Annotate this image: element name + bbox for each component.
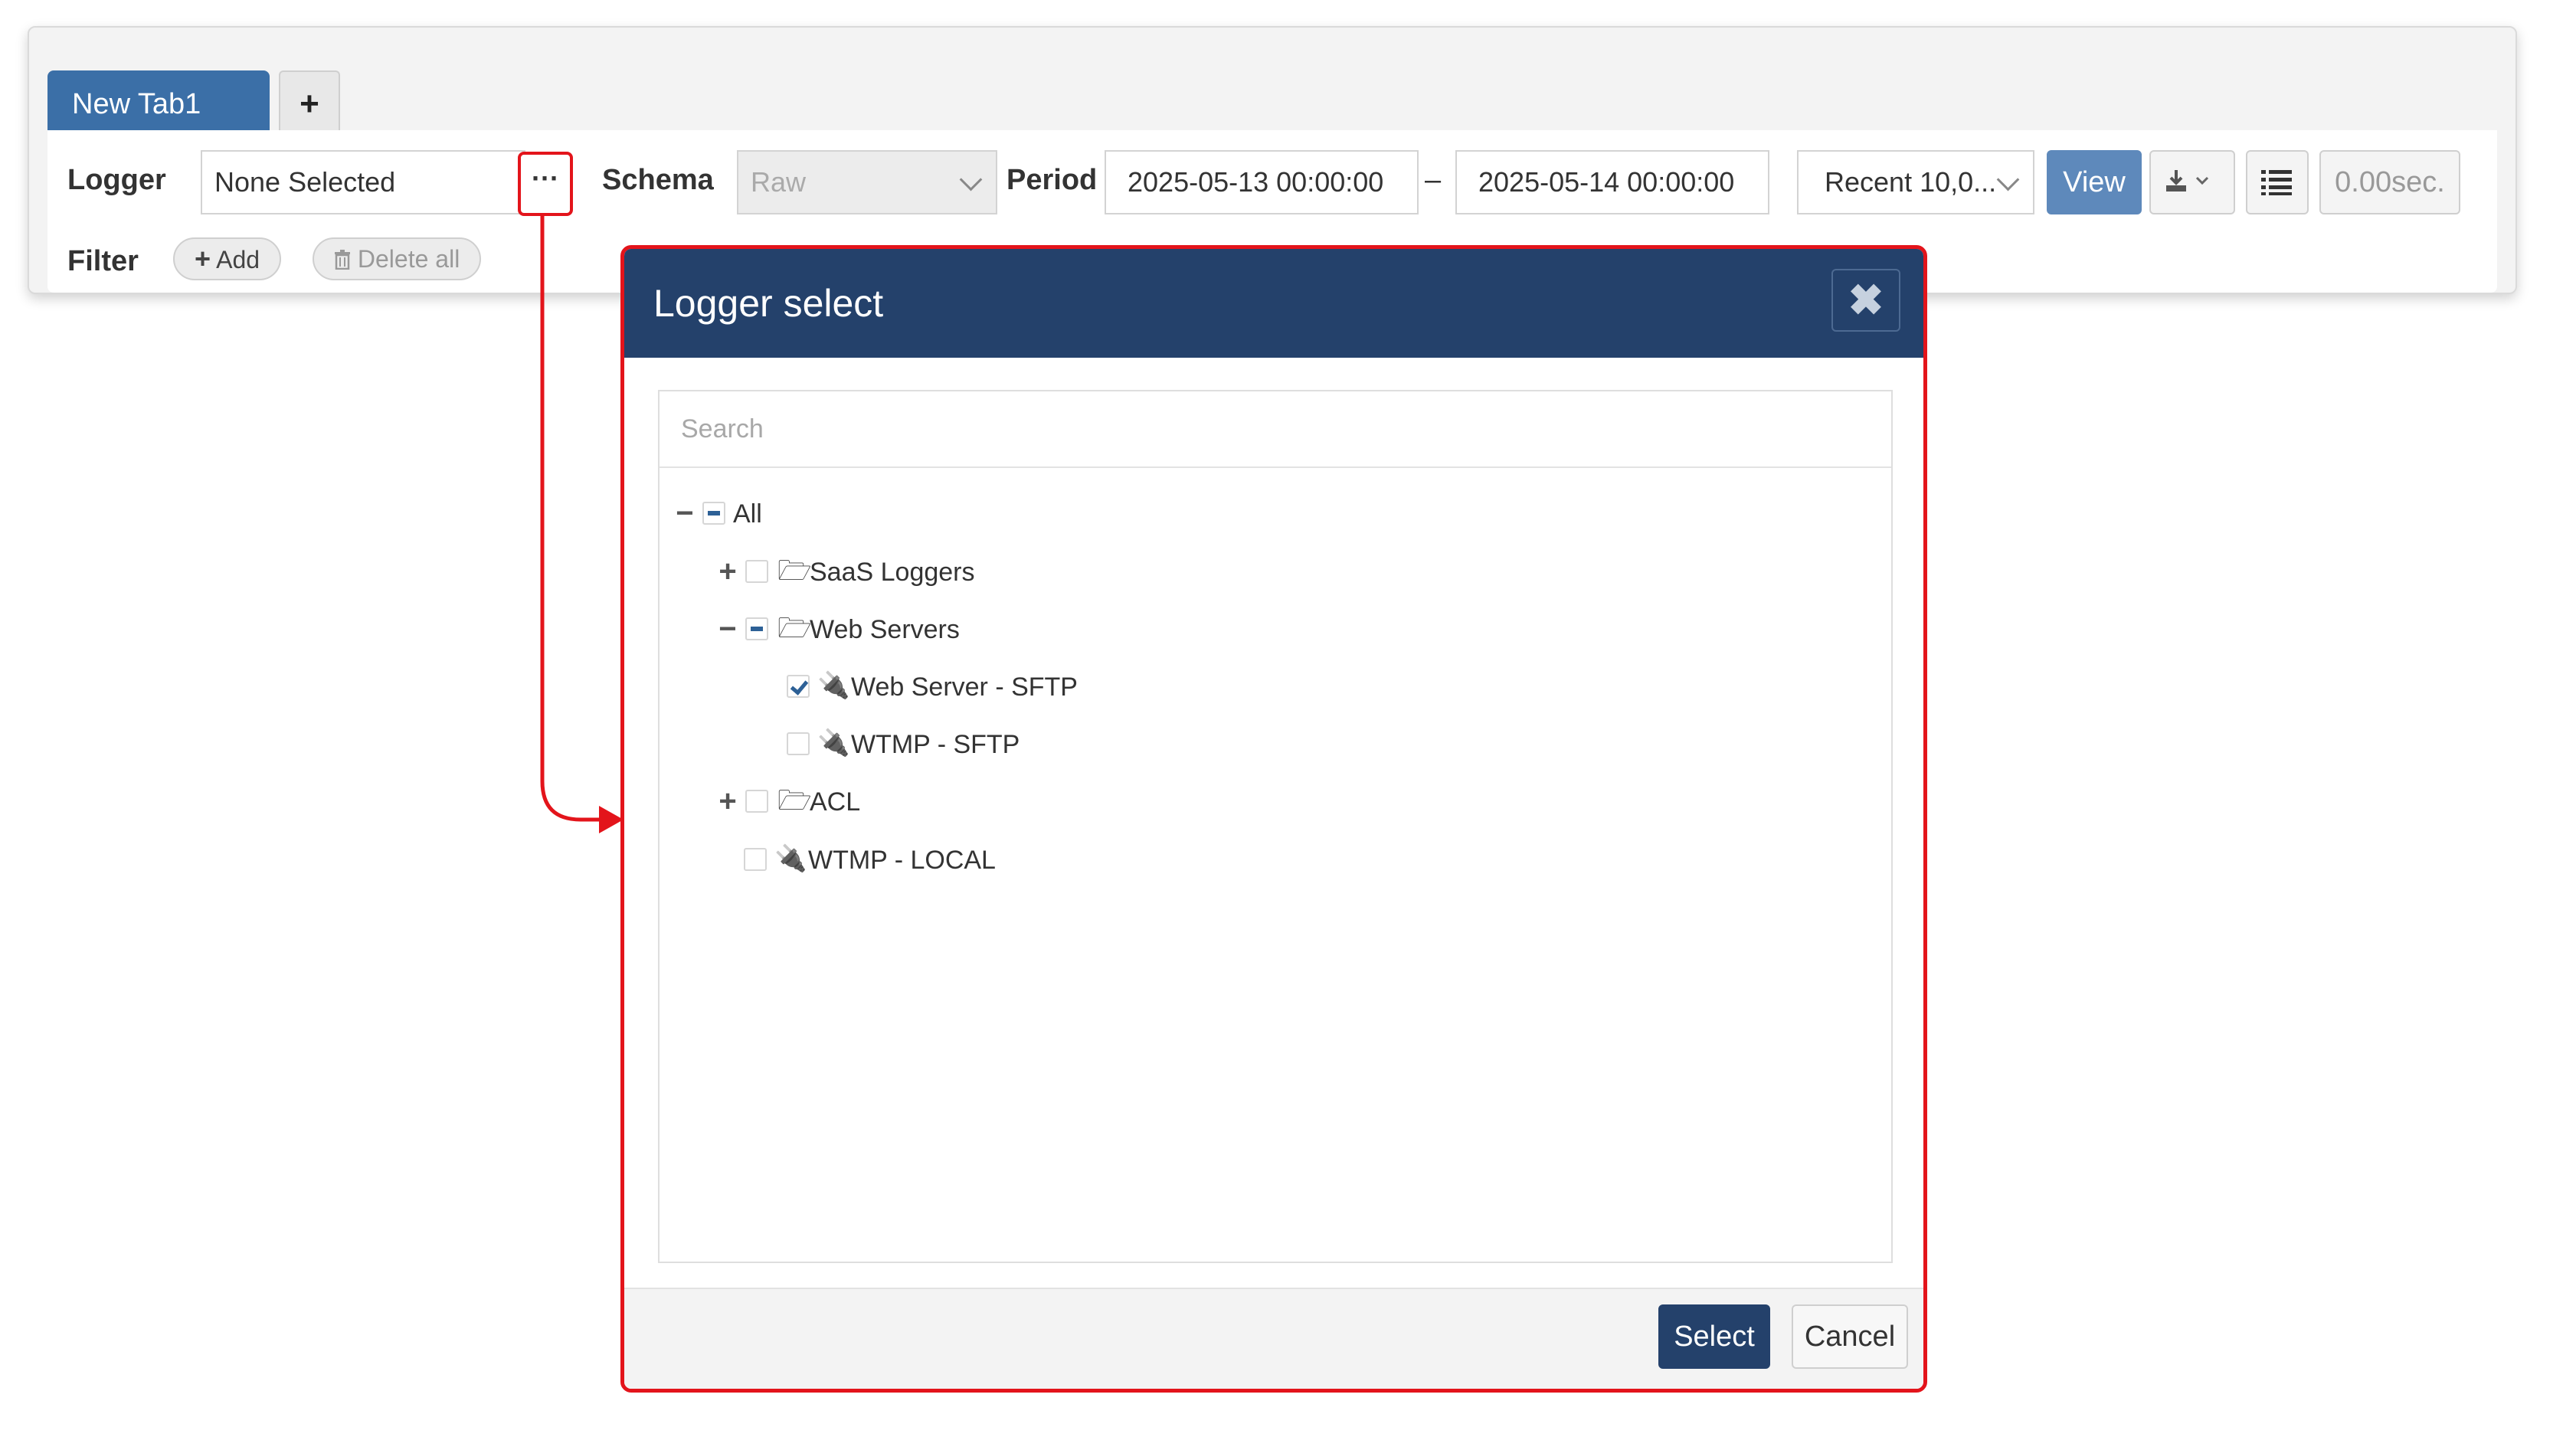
expand-icon[interactable]: + [715, 548, 741, 597]
dialog-title: Logger select [653, 282, 884, 325]
logger-select-dialog: Logger select ✖ − All + 🗁 SaaS Loggers −… [620, 245, 1927, 1393]
tree-label-saas-loggers: SaaS Loggers [810, 558, 975, 587]
select-button[interactable]: Select [1658, 1304, 1770, 1369]
tree-checkbox-wtmp-sftp[interactable] [787, 732, 810, 755]
folder-icon: 🗁 [777, 612, 812, 643]
search-input[interactable] [660, 391, 1891, 468]
folder-icon: 🗁 [777, 555, 812, 586]
tree-label-web-servers: Web Servers [810, 615, 960, 644]
cancel-button[interactable]: Cancel [1792, 1304, 1908, 1369]
tree-checkbox-web-servers[interactable] [745, 617, 768, 640]
tree-label-web-server-sftp: Web Server - SFTP [851, 673, 1078, 702]
expand-icon[interactable]: + [715, 777, 741, 826]
logger-tree-panel: − All + 🗁 SaaS Loggers − 🗁 Web Servers 🔌… [658, 390, 1893, 1263]
plug-icon: 🔌 [774, 844, 807, 873]
tree-node-wtmp-sftp[interactable]: 🔌 WTMP - SFTP [787, 720, 1246, 769]
tree-node-acl[interactable]: + 🗁 ACL [715, 777, 1174, 826]
tree-node-wtmp-local[interactable]: 🔌 WTMP - LOCAL [744, 836, 1203, 885]
dialog-footer: Select Cancel [624, 1288, 1923, 1389]
tree-checkbox-all[interactable] [702, 502, 725, 525]
tree-node-saas-loggers[interactable]: + 🗁 SaaS Loggers [715, 548, 1174, 597]
plug-icon: 🔌 [817, 671, 850, 700]
close-icon: ✖ [1848, 276, 1884, 324]
close-button[interactable]: ✖ [1831, 269, 1900, 332]
tree-label-wtmp-local: WTMP - LOCAL [808, 846, 996, 875]
tree-node-web-server-sftp[interactable]: 🔌 Web Server - SFTP [787, 663, 1246, 712]
collapse-icon[interactable]: − [715, 605, 741, 654]
tree-label-all: All [733, 499, 762, 529]
tree-node-all[interactable]: − All [672, 489, 1131, 538]
tree-node-web-servers[interactable]: − 🗁 Web Servers [715, 605, 1174, 654]
tree-checkbox-acl[interactable] [745, 790, 768, 813]
plug-icon: 🔌 [817, 728, 850, 758]
tree-checkbox-web-server-sftp[interactable] [787, 675, 810, 698]
dialog-header: Logger select ✖ [624, 249, 1923, 358]
tree-checkbox-wtmp-local[interactable] [744, 848, 767, 871]
collapse-icon[interactable]: − [672, 489, 698, 538]
tree-label-acl: ACL [810, 787, 861, 817]
tree-checkbox-saas-loggers[interactable] [745, 560, 768, 583]
tree-label-wtmp-sftp: WTMP - SFTP [851, 730, 1020, 759]
folder-icon: 🗁 [777, 784, 812, 816]
